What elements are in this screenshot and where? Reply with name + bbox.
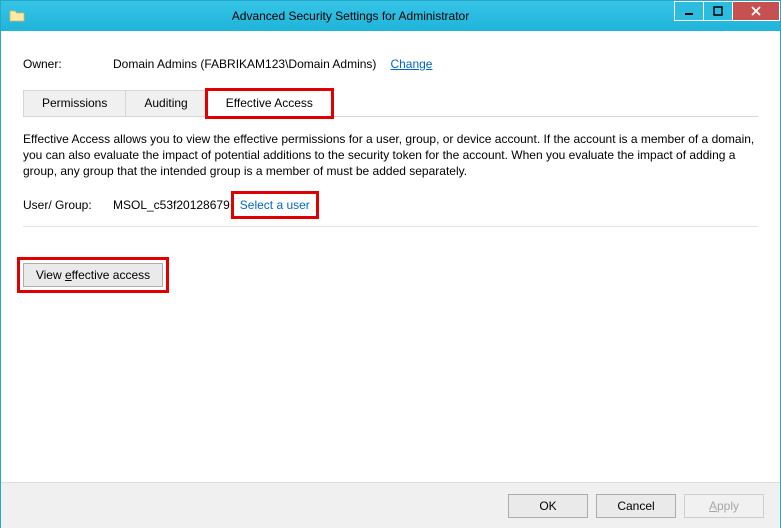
user-group-value: MSOL_c53f20128679	[113, 198, 230, 212]
folder-icon	[9, 8, 25, 24]
close-button[interactable]	[732, 1, 780, 21]
minimize-button[interactable]	[674, 1, 704, 21]
owner-value: Domain Admins (FABRIKAM123\Domain Admins…	[113, 57, 376, 71]
effective-access-description: Effective Access allows you to view the …	[23, 131, 758, 180]
user-group-row: User/ Group: MSOL_c53f20128679 Select a …	[23, 196, 758, 214]
view-effective-access-wrap: View effective access	[23, 263, 163, 287]
select-a-user-link[interactable]: Select a user	[236, 196, 314, 214]
apply-button: Apply	[684, 494, 764, 518]
cancel-button[interactable]: Cancel	[596, 494, 676, 518]
maximize-button[interactable]	[703, 1, 733, 21]
separator	[23, 226, 758, 227]
dialog-footer: OK Cancel Apply	[1, 482, 780, 528]
tab-permissions[interactable]: Permissions	[23, 90, 126, 117]
owner-row: Owner: Domain Admins (FABRIKAM123\Domain…	[23, 57, 758, 71]
ok-button[interactable]: OK	[508, 494, 588, 518]
tab-effective-access[interactable]: Effective Access	[207, 90, 332, 117]
tab-strip: Permissions Auditing Effective Access	[23, 89, 758, 117]
window-controls	[675, 1, 780, 21]
titlebar: Advanced Security Settings for Administr…	[1, 1, 780, 31]
content-area: Owner: Domain Admins (FABRIKAM123\Domain…	[1, 31, 780, 287]
change-owner-link[interactable]: Change	[390, 57, 432, 71]
owner-label: Owner:	[23, 57, 113, 71]
view-effective-access-button[interactable]: View effective access	[23, 263, 163, 287]
window-title: Advanced Security Settings for Administr…	[31, 9, 780, 23]
tab-auditing[interactable]: Auditing	[126, 90, 206, 117]
user-group-label: User/ Group:	[23, 198, 113, 212]
